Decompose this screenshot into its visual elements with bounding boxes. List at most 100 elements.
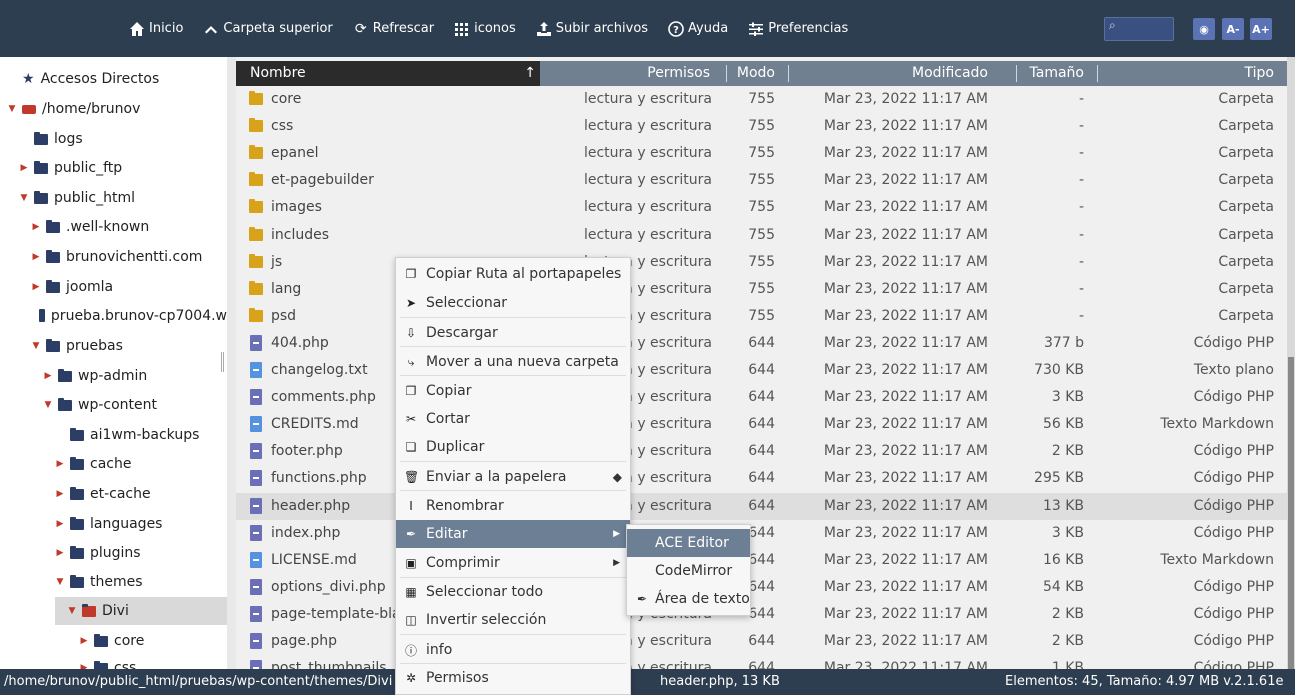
caret-right-icon[interactable]: ▶ [54,548,66,558]
caret-right-icon[interactable]: ▶ [54,459,66,469]
invert-selection-icon: ◫ [405,613,417,627]
column-modified[interactable]: Modificado [788,61,988,86]
menu-item[interactable]: ◫ Invertir selección [396,606,630,634]
caret-right-icon[interactable]: ▶ [30,222,42,232]
tree-item[interactable]: ▶ wp-admin [0,362,227,390]
tree-item[interactable]: ai1wm-backups [0,421,227,449]
tree-item[interactable]: ▶ brunovichentti.com [0,243,227,271]
menu-item[interactable]: ▣ Comprimir ▶ [396,549,630,577]
file-row[interactable]: header.php lectura y escritura 644 Mar 23, … [236,492,1287,520]
caret-right-icon[interactable]: ▶ [18,163,30,173]
caret-down-icon[interactable]: ▼ [30,341,42,351]
menu-item[interactable]: I Renombrar [396,492,630,520]
caret-right-icon[interactable]: ▶ [78,636,90,646]
view-toggle-button[interactable]: ◉ [1193,18,1215,40]
tree-item[interactable]: ▼ wp-content [0,391,227,419]
help-button[interactable]: ? Ayuda [668,20,728,37]
menu-item[interactable]: ✒ Editar ▶ [396,520,630,548]
font-larger-button[interactable]: A+ [1250,18,1272,40]
icons-view-button[interactable]: iconos [454,21,516,37]
menu-item[interactable]: ❐ Copiar Ruta al portapapeles [396,260,630,288]
column-permissions[interactable]: Permisos [540,61,710,86]
menu-item[interactable]: ❐ Copiar [396,377,630,405]
file-row[interactable]: CREDITS.md lectura y escritura 644 Mar 23, … [236,411,1287,438]
tree-item[interactable]: ★ Accesos Directos [0,65,227,93]
sliders-icon [748,21,764,37]
menu-item[interactable]: 🗑 Enviar a la papelera ◆ [396,463,630,491]
tree-item[interactable]: ▼ themes [0,568,227,596]
tree-item[interactable]: ▶ plugins [0,539,227,567]
file-row[interactable]: css lectura y escritura 755 Mar 23, 2022 11… [236,113,1287,140]
tree-item[interactable]: logs [0,125,227,153]
tree-item[interactable]: prueba.brunov-cp7004.w [0,302,227,330]
font-smaller-button[interactable]: A- [1222,18,1244,40]
home-button[interactable]: Inicio [129,21,183,37]
tree-item[interactable]: ▼ /home/brunov [0,95,227,123]
file-row[interactable]: psd lectura y escritura 755 Mar 23, 2022 11… [236,303,1287,330]
file-row[interactable]: includes lectura y escritura 755 Mar 23, 20… [236,222,1287,249]
caret-right-icon[interactable]: ▶ [54,519,66,529]
caret-down-icon[interactable]: ▼ [54,577,66,587]
cell-mode: 755 [748,91,775,107]
menu-item[interactable]: ❏ Duplicar [396,433,630,461]
column-name[interactable]: Nombre ↑ [236,61,540,86]
file-row[interactable]: post_thumbnails_ lectura y escritura 644 Ma… [236,655,1287,669]
file-row[interactable]: et-pagebuilder lectura y escritura 755 Mar … [236,167,1287,194]
file-row[interactable]: changelog.txt lectura y escritura 644 Mar 2… [236,357,1287,384]
tree-item[interactable]: ▼ Divi [55,597,227,625]
submenu-item[interactable]: CodeMirror [627,557,750,585]
menu-item[interactable]: ⓘ info [396,636,630,664]
parent-folder-button[interactable]: Carpeta superior [203,21,333,37]
vertical-scrollbar[interactable] [1287,57,1295,669]
caret-right-icon[interactable]: ▶ [42,371,54,381]
column-type[interactable]: Tipo [1097,61,1274,86]
menu-item[interactable]: ✂ Cortar [396,405,630,433]
tree-item[interactable]: ▶ css [0,654,227,669]
tree-item[interactable]: ▶ languages [0,510,227,538]
caret-down-icon[interactable]: ▼ [18,193,30,203]
submenu-item[interactable]: ✒ Área de texto [627,585,750,613]
menu-item[interactable]: ⇩ Descargar [396,319,630,347]
file-row[interactable]: lang lectura y escritura 755 Mar 23, 2022 1… [236,276,1287,303]
caret-right-icon[interactable]: ▶ [54,489,66,499]
file-row[interactable]: core lectura y escritura 755 Mar 23, 2022 1… [236,86,1287,113]
refresh-button[interactable]: ⟳ Refrescar [353,21,434,37]
menu-item[interactable]: ⤷ Mover a una nueva carpeta [396,348,630,376]
file-row[interactable]: page-template-blalectura y escritura644M… [236,601,1287,628]
caret-down-icon[interactable]: ▼ [42,400,54,410]
tree-item[interactable]: ▶ cache [0,450,227,478]
tree-item[interactable]: ▶ joomla [0,273,227,301]
scrollbar-thumb[interactable] [1288,357,1294,669]
file-row[interactable]: LICENSE.mdlectura y escritura644Mar 23, … [236,547,1287,574]
tree-item[interactable]: ▼ pruebas [0,332,227,360]
file-row[interactable]: js lectura y escritura 755 Mar 23, 2022 11:… [236,249,1287,276]
upload-button[interactable]: Subir archivos [536,21,648,37]
caret-down-icon[interactable]: ▼ [6,104,18,114]
caret-right-icon[interactable]: ▶ [30,252,42,262]
preferences-button[interactable]: Preferencias [748,21,848,37]
menu-item[interactable]: ▦ Seleccionar todo [396,578,630,606]
tree-splitter[interactable] [227,57,236,669]
menu-item[interactable]: ✲ Permisos [396,664,630,692]
file-row[interactable]: options_divi.phplectura y escritura644Ma… [236,574,1287,601]
submenu-item[interactable]: ACE Editor [627,529,750,557]
resize-handle[interactable] [221,352,224,372]
tree-item[interactable]: ▶ et-cache [0,480,227,508]
caret-down-icon[interactable]: ▼ [66,606,78,616]
file-row[interactable]: epanel lectura y escritura 755 Mar 23, 2022… [236,140,1287,167]
file-row[interactable]: footer.php lectura y escritura 644 Mar 23, … [236,438,1287,465]
file-row[interactable]: images lectura y escritura 755 Mar 23, 2022… [236,194,1287,221]
tree-item[interactable]: ▶ public_ftp [0,154,227,182]
file-row[interactable]: comments.php lectura y escritura 644 Mar 23… [236,384,1287,411]
file-row[interactable]: functions.php lectura y escritura 644 Mar 2… [236,465,1287,492]
tree-item[interactable]: ▼ public_html [0,184,227,212]
caret-right-icon[interactable]: ▶ [30,282,42,292]
tree-item[interactable]: ▶ core [0,627,227,655]
column-size[interactable]: Tamaño [1016,61,1084,86]
menu-item[interactable]: ➤ Seleccionar [396,289,630,317]
column-mode[interactable]: Modo [726,61,775,86]
tree-item[interactable]: ▶ .well-known [0,213,227,241]
file-row[interactable]: index.phplectura y escritura644Mar 23, 2… [236,520,1287,547]
file-row[interactable]: 404.php lectura y escritura 644 Mar 23, 202… [236,330,1287,357]
file-row[interactable]: page.php lectura y escritura 644 Mar 23, 20… [236,628,1287,655]
